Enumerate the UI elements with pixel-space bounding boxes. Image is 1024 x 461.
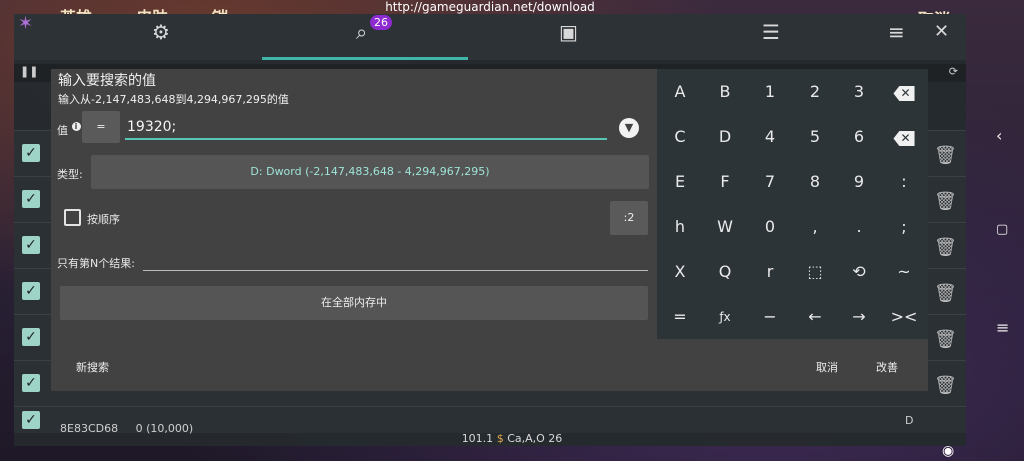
- value-label-group: 值 i: [57, 122, 81, 138]
- cursor-right-icon[interactable]: →: [836, 297, 882, 337]
- key-7[interactable]: 7: [747, 162, 793, 202]
- new-search-button[interactable]: 新搜索: [76, 359, 109, 375]
- side-back-icon[interactable]: ‹: [996, 126, 1002, 145]
- history-icon[interactable]: ⟲: [836, 252, 882, 292]
- nth-result-label: 只有第N个结果:: [57, 257, 135, 270]
- ordered-distance-button[interactable]: :2: [610, 201, 648, 235]
- key-tilde[interactable]: ~: [881, 252, 927, 292]
- select-all-icon[interactable]: ⬚: [792, 252, 838, 292]
- active-tab-underline: [262, 57, 468, 60]
- key-e[interactable]: E: [657, 162, 703, 202]
- value-history-dropdown-icon[interactable]: ▼: [619, 118, 639, 138]
- pause-icon[interactable]: ❚❚: [20, 65, 38, 78]
- backspace-icon: ✕: [893, 86, 915, 101]
- value-type-selector[interactable]: D: Dword (-2,147,483,648 - 4,294,967,295…: [91, 155, 649, 189]
- formula-icon[interactable]: ƒx: [702, 297, 748, 337]
- key-f[interactable]: F: [702, 162, 748, 202]
- key-r[interactable]: r: [747, 252, 793, 292]
- bottom-status-bar: 101.1 $ Ca,A,O 26: [0, 432, 1024, 445]
- key-3[interactable]: 3: [836, 72, 882, 112]
- status-count: 26: [548, 432, 563, 445]
- key-d[interactable]: D: [702, 117, 748, 157]
- status-regions: Ca,A,O: [507, 432, 545, 445]
- key-colon[interactable]: :: [881, 162, 927, 202]
- key-8[interactable]: 8: [792, 162, 838, 202]
- dialog-title: 输入要搜索的值: [58, 73, 156, 89]
- checkbox-checked-icon[interactable]: ✓: [22, 282, 40, 300]
- checkbox-checked-icon[interactable]: ✓: [22, 328, 40, 346]
- close-icon[interactable]: ✕: [934, 22, 949, 42]
- nth-result-input[interactable]: [143, 270, 648, 271]
- value-label: 值: [57, 124, 68, 137]
- key-semicolon[interactable]: ;: [881, 207, 927, 247]
- checkbox-checked-icon[interactable]: ✓: [22, 374, 40, 392]
- row-type-letter: D: [905, 414, 914, 427]
- trash-icon[interactable]: 🗑: [934, 237, 957, 258]
- key-w[interactable]: W: [702, 207, 748, 247]
- checkbox-checked-icon[interactable]: ✓: [22, 190, 40, 208]
- url-banner: http://gameguardian.net/download: [385, 0, 595, 14]
- search-form: 输入要搜索的值 输入从-2,147,483,648到4,294,967,295的…: [51, 69, 657, 339]
- key-c[interactable]: C: [657, 117, 703, 157]
- backspace-key[interactable]: ✕: [881, 72, 927, 112]
- cancel-button[interactable]: 取消: [816, 359, 838, 375]
- key-equals[interactable]: =: [657, 297, 703, 337]
- trash-icon[interactable]: 🗑: [934, 145, 957, 166]
- delete-key[interactable]: ✕: [881, 117, 927, 157]
- delete-icon: ✕: [893, 131, 915, 146]
- key-1[interactable]: 1: [747, 72, 793, 112]
- collapse-keypad-icon[interactable]: ><: [881, 297, 927, 337]
- eye-icon[interactable]: ◉: [942, 443, 954, 459]
- search-results-badge: 26: [370, 15, 392, 30]
- key-2[interactable]: 2: [792, 72, 838, 112]
- trash-icon[interactable]: 🗑: [934, 329, 957, 350]
- ordered-checkbox[interactable]: [64, 209, 81, 226]
- save-icon[interactable]: ▣: [559, 22, 578, 42]
- compare-sign-button[interactable]: =: [82, 111, 120, 143]
- key-9[interactable]: 9: [836, 162, 882, 202]
- trash-icon[interactable]: 🗑: [934, 283, 957, 304]
- status-version: 101.1: [461, 432, 494, 445]
- hex-keypad: A B 1 2 3 ✕ C D 4 5 6 ✕ E F 7 8 9 : h W …: [657, 69, 928, 339]
- list-icon[interactable]: ☰: [762, 22, 780, 42]
- search-value-input[interactable]: [125, 116, 607, 140]
- checkbox-checked-icon[interactable]: ✓: [22, 236, 40, 254]
- status-dollar: $: [496, 432, 504, 445]
- checkbox-checked-icon[interactable]: ✓: [22, 411, 40, 429]
- side-menu-icon[interactable]: ≡: [996, 318, 1009, 337]
- memory-range-button[interactable]: 在全部内存中: [60, 286, 648, 320]
- trash-icon[interactable]: 🗑: [934, 191, 957, 212]
- key-b[interactable]: B: [702, 72, 748, 112]
- menu-icon[interactable]: ≡: [888, 22, 905, 42]
- side-home-icon[interactable]: ▢: [996, 222, 1008, 237]
- key-0[interactable]: 0: [747, 207, 793, 247]
- dialog-subtitle: 输入从-2,147,483,648到4,294,967,295的值: [58, 93, 289, 106]
- type-label: 类型:: [57, 168, 83, 181]
- gg-app-icon[interactable]: ✶: [18, 14, 33, 34]
- key-h[interactable]: h: [657, 207, 703, 247]
- cursor-left-icon[interactable]: ←: [792, 297, 838, 337]
- key-q[interactable]: Q: [702, 252, 748, 292]
- key-5[interactable]: 5: [792, 117, 838, 157]
- key-x[interactable]: X: [657, 252, 703, 292]
- refresh-icon[interactable]: ⟳: [949, 65, 958, 78]
- key-a[interactable]: A: [657, 72, 703, 112]
- key-dot[interactable]: .: [836, 207, 882, 247]
- key-6[interactable]: 6: [836, 117, 882, 157]
- search-dialog: 输入要搜索的值 输入从-2,147,483,648到4,294,967,295的…: [51, 69, 928, 391]
- refine-button[interactable]: 改善: [876, 359, 898, 375]
- info-icon[interactable]: i: [71, 122, 81, 131]
- key-4[interactable]: 4: [747, 117, 793, 157]
- key-minus[interactable]: −: [747, 297, 793, 337]
- search-icon[interactable]: ⌕: [356, 22, 367, 42]
- ordered-label: 按顺序: [87, 213, 120, 226]
- settings-sliders-icon[interactable]: ⚙: [152, 22, 170, 42]
- checkbox-checked-icon[interactable]: ✓: [22, 144, 40, 162]
- trash-icon[interactable]: 🗑: [934, 375, 957, 396]
- key-comma[interactable]: ,: [792, 207, 838, 247]
